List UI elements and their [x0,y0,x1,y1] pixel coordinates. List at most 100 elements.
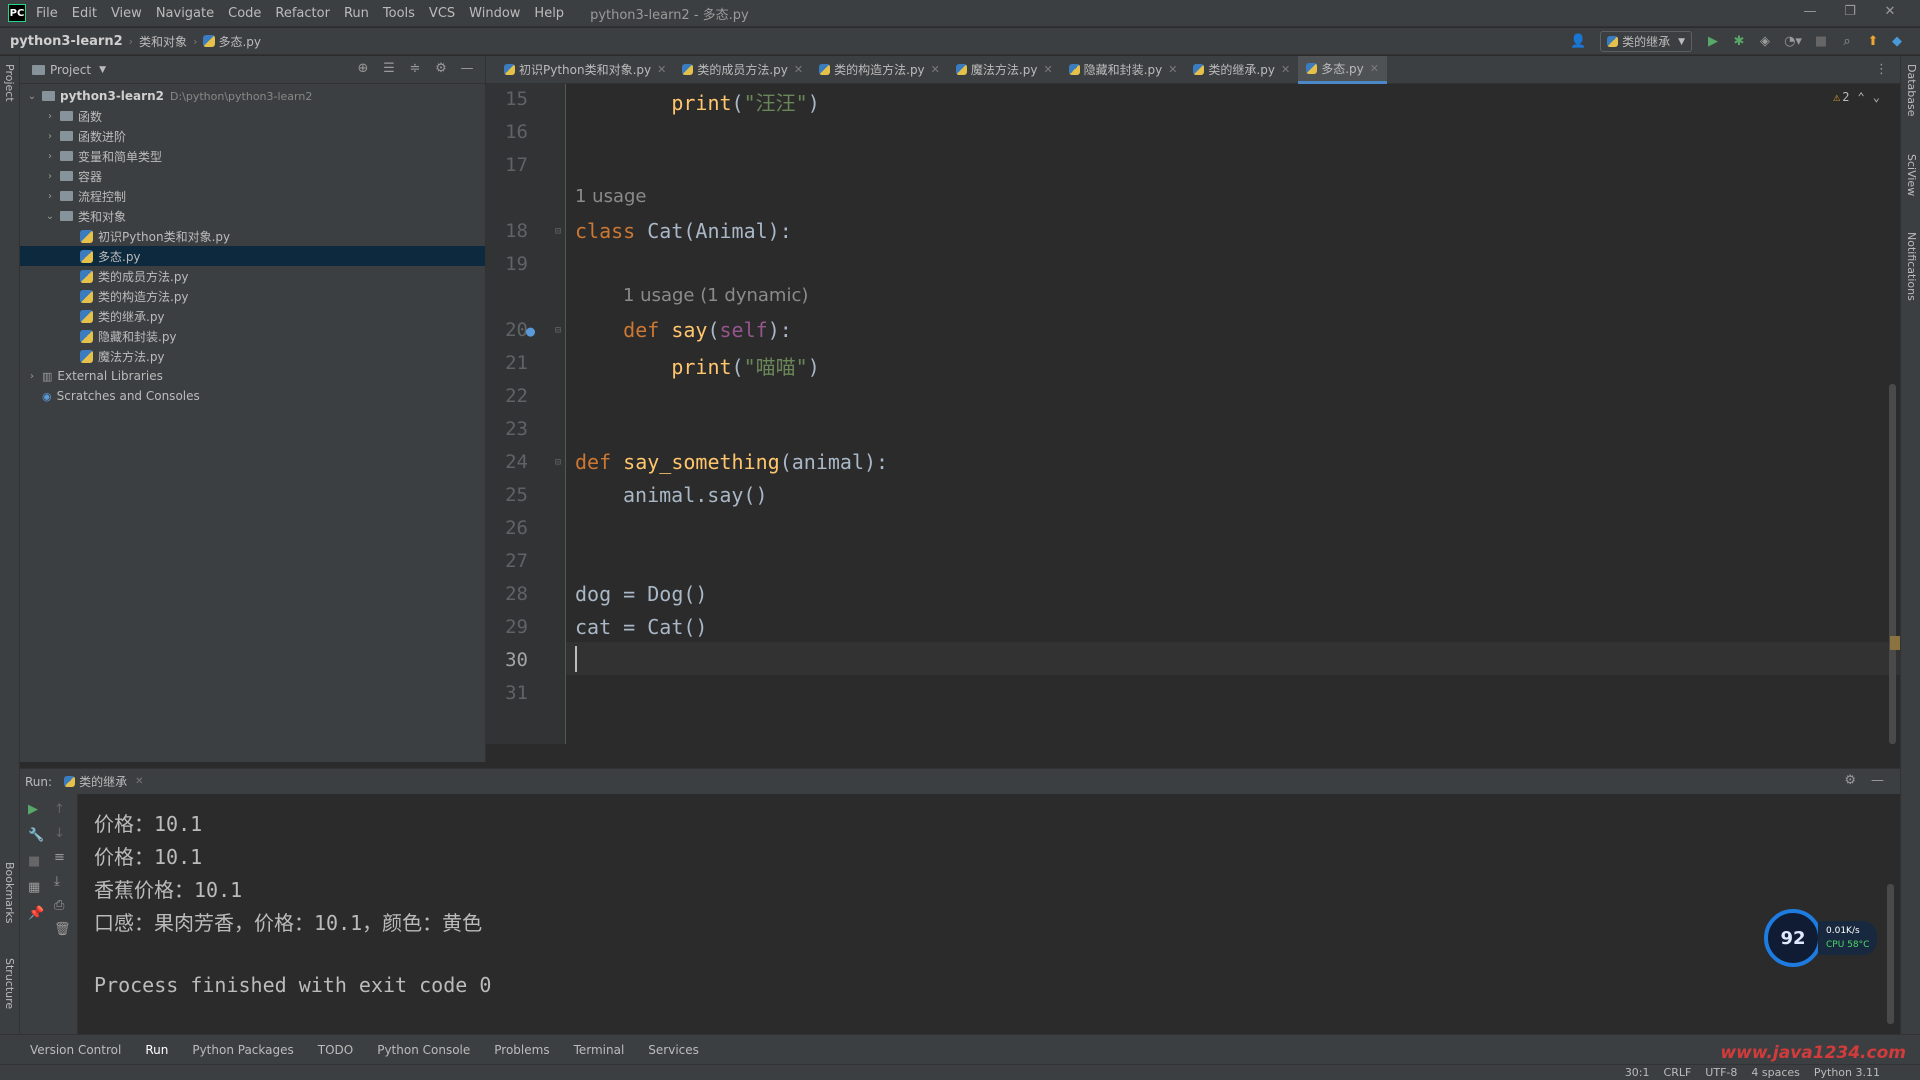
status-encoding[interactable]: UTF-8 [1705,1066,1737,1079]
tree-root[interactable]: ⌄ python3-learn2 D:\python\python3-learn… [20,86,485,106]
tree-scratches[interactable]: ◉ Scratches and Consoles [20,386,485,406]
tool-problems[interactable]: Problems [494,1043,549,1057]
close-icon[interactable]: ✕ [1370,62,1379,75]
override-marker-icon[interactable]: ● [526,322,535,340]
hide-icon[interactable]: — [1871,773,1884,788]
menu-refactor[interactable]: Refactor [275,6,330,21]
profile-icon[interactable]: ◔▾ [1778,34,1808,49]
gear-icon[interactable]: ⚙ [428,61,454,76]
gear-icon[interactable]: ⚙ [1844,773,1856,788]
menu-code[interactable]: Code [228,6,261,21]
editor-tab[interactable]: 隐藏和封装.py ✕ [1061,56,1186,84]
close-icon[interactable]: ✕ [1870,4,1910,19]
arrow-up-icon[interactable]: ↑ [54,802,65,817]
menu-navigate[interactable]: Navigate [156,6,214,21]
project-tool-button[interactable]: Project [3,64,16,102]
chevron-right-icon[interactable]: › [44,151,56,162]
usage-hint[interactable]: 1 usage [575,186,647,207]
tree-folder[interactable]: › 容器 [20,166,485,186]
menu-window[interactable]: Window [469,6,520,21]
menu-edit[interactable]: Edit [72,6,97,21]
scroll-to-end-icon[interactable]: ⤓ [54,874,60,889]
layout-icon[interactable]: ▦ [28,880,40,895]
editor-tab[interactable]: 类的继承.py ✕ [1185,56,1298,84]
close-icon[interactable]: ✕ [1281,63,1290,76]
run-icon[interactable]: ▶ [1700,34,1726,49]
search-icon[interactable]: ⌕ [1834,34,1860,49]
tool-version-control[interactable]: Version Control [30,1043,121,1057]
tool-run[interactable]: Run [145,1043,168,1057]
editor-tab[interactable]: 类的成员方法.py ✕ [674,56,811,84]
tool-python-packages[interactable]: Python Packages [192,1043,293,1057]
pin-icon[interactable]: 📌 [28,906,44,921]
update-icon[interactable]: ⬆ [1860,34,1886,49]
menu-vcs[interactable]: VCS [429,6,455,21]
inspection-widget[interactable]: ⚠ 2 ⌃ ⌄ [1833,90,1880,104]
console-scrollbar[interactable] [1887,884,1894,1024]
close-icon[interactable]: ✕ [931,63,940,76]
editor-tab[interactable]: 魔法方法.py ✕ [948,56,1061,84]
stop-icon[interactable]: ■ [28,854,40,869]
soft-wrap-icon[interactable]: ≡ [54,850,65,865]
collapse-all-icon[interactable]: ≑ [402,61,428,76]
print-icon[interactable]: ⎙ [54,898,64,913]
tree-file[interactable]: 类的构造方法.py [20,286,485,306]
debug-icon[interactable]: ✱ [1726,34,1752,49]
run-tab[interactable]: 类的继承 ✕ [64,773,143,790]
close-icon[interactable]: ✕ [657,63,666,76]
expand-all-icon[interactable]: ☰ [376,61,402,76]
breadcrumb-folder[interactable]: 类和对象 [139,33,187,50]
tree-folder[interactable]: › 流程控制 [20,186,485,206]
tree-external-libraries[interactable]: › ▥ External Libraries [20,366,485,386]
chevron-right-icon[interactable]: › [44,191,56,202]
fold-icon[interactable]: ⊟ [555,325,561,336]
breadcrumb-file[interactable]: 多态.py [218,33,261,50]
restore-icon[interactable]: ❐ [1830,4,1870,19]
status-position[interactable]: 30:1 [1625,1066,1650,1079]
menu-help[interactable]: Help [534,6,564,21]
menu-view[interactable]: View [111,6,142,21]
chevron-up-icon[interactable]: ⌃ [1858,90,1865,104]
menu-tools[interactable]: Tools [383,6,415,21]
tree-file[interactable]: 隐藏和封装.py [20,326,485,346]
editor-tab-active[interactable]: 多态.py ✕ [1298,55,1387,84]
usage-hint[interactable]: 1 usage (1 dynamic) [623,285,808,306]
project-view-select[interactable]: Project [50,63,91,77]
structure-tool-button[interactable]: Structure [3,958,16,1009]
close-icon[interactable]: ✕ [135,776,143,787]
fold-icon[interactable]: ⊟ [555,457,561,468]
hide-icon[interactable]: — [454,61,480,76]
close-icon[interactable]: ✕ [1168,63,1177,76]
tree-folder-open[interactable]: ⌄ 类和对象 [20,206,485,226]
run-config-select[interactable]: 类的继承 ▼ [1600,31,1692,52]
minimize-icon[interactable]: — [1790,4,1830,19]
chevron-right-icon[interactable]: › [44,131,56,142]
chevron-down-icon[interactable]: ⌄ [1873,90,1880,104]
tree-file-selected[interactable]: 多态.py [20,246,485,266]
tree-folder[interactable]: › 变量和简单类型 [20,146,485,166]
tree-file[interactable]: 魔法方法.py [20,346,485,366]
tree-file[interactable]: 类的继承.py [20,306,485,326]
notifications-tool-button[interactable]: Notifications [1905,232,1918,301]
wrench-icon[interactable]: 🔧 [28,828,44,843]
tool-terminal[interactable]: Terminal [574,1043,625,1057]
status-interpreter[interactable]: Python 3.11 [1814,1066,1880,1079]
jetbrains-icon[interactable]: ◆ [1886,34,1908,49]
run-console[interactable]: ▶ 🔧 ■ ▦ 📌 ↑ ↓ ≡ ⤓ ⎙ 🗑 价格：10.1 价格：10.1 香蕉… [20,794,1900,1034]
status-line-separator[interactable]: CRLF [1664,1066,1692,1079]
database-tool-button[interactable]: Database [1905,64,1918,117]
locate-icon[interactable]: ⊕ [350,61,376,76]
editor-tab[interactable]: 类的构造方法.py ✕ [811,56,948,84]
tool-services[interactable]: Services [648,1043,699,1057]
status-indent[interactable]: 4 spaces [1751,1066,1800,1079]
editor-tab[interactable]: 初识Python类和对象.py ✕ [496,56,674,84]
user-icon[interactable]: 👤 [1564,34,1592,49]
chevron-right-icon[interactable]: › [26,371,38,382]
close-icon[interactable]: ✕ [1043,63,1052,76]
warning-stripe-marker[interactable] [1890,636,1900,650]
menu-run[interactable]: Run [344,6,369,21]
chevron-down-icon[interactable]: ⌄ [44,211,56,222]
tree-file[interactable]: 初识Python类和对象.py [20,226,485,246]
code-editor[interactable]: 15 16 17 18 19 20 21 22 23 24 25 26 27 2… [486,84,1900,744]
arrow-down-icon[interactable]: ↓ [54,826,65,841]
